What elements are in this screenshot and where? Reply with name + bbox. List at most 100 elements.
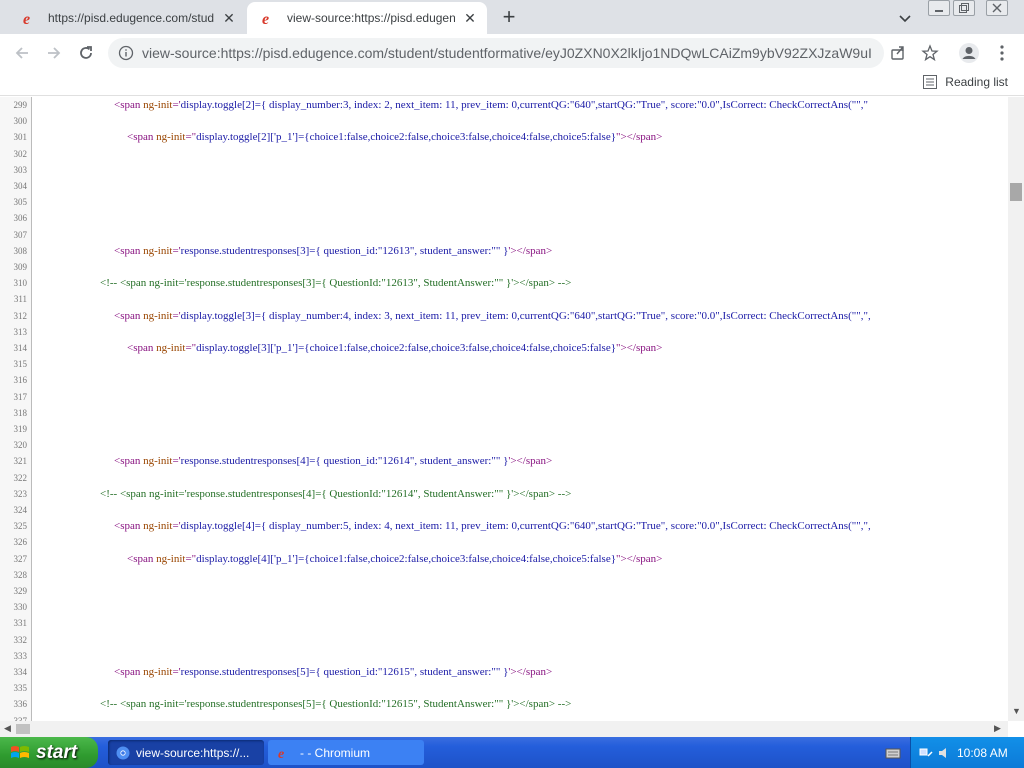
network-icon[interactable] <box>919 746 933 760</box>
profile-button[interactable] <box>955 40 983 66</box>
attribute-value: response.studentresponses[4]={ question_… <box>180 455 509 468</box>
attribute-value: response.studentresponses[5]={ question_… <box>180 666 509 678</box>
tag-open: <span <box>114 99 144 111</box>
taskbar-button-chromium[interactable]: e - - Chromium <box>268 740 424 765</box>
bookmark-star-button[interactable] <box>916 40 944 66</box>
tag-open: <span <box>114 244 144 257</box>
info-icon[interactable] <box>118 45 134 61</box>
tag-close: '></span> <box>508 666 553 678</box>
line-number: 322 <box>13 472 28 483</box>
scroll-down-arrow-icon[interactable]: ▼ <box>1012 706 1021 716</box>
kebab-menu-icon <box>1000 45 1004 61</box>
tag-open: <span <box>127 342 157 354</box>
line-number: 333 <box>13 650 28 661</box>
minimize-button[interactable] <box>928 0 950 16</box>
attribute-equals: =' <box>172 666 181 678</box>
line-number: 301 <box>13 132 28 143</box>
url-text[interactable]: view-source:https://pisd.edugence.com/st… <box>142 45 872 61</box>
source-line: 317 <box>0 389 1008 405</box>
tag-close: "></span> <box>615 552 663 565</box>
line-number: 302 <box>13 148 28 159</box>
html-tag: <span ng-init='display.toggle[4]={ displ… <box>114 518 871 534</box>
line-number: 315 <box>13 359 28 370</box>
reload-button[interactable] <box>72 40 100 66</box>
vertical-scrollbar[interactable]: ▼ <box>1008 97 1024 721</box>
attribute-name: ng-init <box>143 520 173 533</box>
menu-button[interactable] <box>988 40 1016 66</box>
source-line: 337 <box>0 713 1008 721</box>
volume-icon[interactable] <box>937 746 951 760</box>
tag-open: <span <box>114 309 144 322</box>
attribute-equals: =" <box>185 342 197 354</box>
attribute-equals: =" <box>185 131 197 144</box>
tag-open: <span <box>114 520 144 533</box>
browser-toolbar: view-source:https://pisd.edugence.com/st… <box>0 34 1024 72</box>
tab-student-page[interactable]: e https://pisd.edugence.com/student/ ✕ <box>8 2 246 34</box>
line-number: 318 <box>13 407 28 418</box>
start-button[interactable]: start <box>0 737 98 768</box>
html-tag: <span ng-init='response.studentresponses… <box>114 453 552 469</box>
line-number: 329 <box>13 586 28 596</box>
attribute-value: display.toggle[4]['p_1']={choice1:false,… <box>196 552 616 565</box>
line-number: 331 <box>13 618 28 629</box>
system-tray: 10:08 AM <box>885 737 1024 768</box>
source-line: 305 <box>0 194 1008 210</box>
clock[interactable]: 10:08 AM <box>957 746 1008 760</box>
address-bar[interactable]: view-source:https://pisd.edugence.com/st… <box>108 38 884 68</box>
attribute-equals: =' <box>172 520 181 533</box>
new-tab-button[interactable]: + <box>497 6 521 30</box>
attribute-value: display.toggle[4]={ display_number:5, in… <box>180 520 871 533</box>
source-line: 336 <!-- <span ng-init='response.studentr… <box>0 696 1008 712</box>
chromium-icon <box>116 746 130 759</box>
arrow-left-icon <box>15 47 28 59</box>
close-tab-icon[interactable]: ✕ <box>461 9 479 27</box>
attribute-value: response.studentresponses[3]={ question_… <box>180 244 509 257</box>
source-line: 309 <box>0 259 1008 275</box>
line-number: 334 <box>13 667 28 677</box>
tab-view-source[interactable]: e view-source:https://pisd.edugence.c ✕ <box>247 2 487 34</box>
horizontal-scrollbar-thumb[interactable] <box>16 724 30 734</box>
keyboard-icon[interactable] <box>885 746 901 760</box>
scroll-right-arrow-icon[interactable]: ▶ <box>994 723 1001 734</box>
source-line: 326 <box>0 534 1008 550</box>
html-comment: <!-- <span ng-init='response.studentresp… <box>100 277 572 290</box>
forward-button[interactable] <box>40 40 68 66</box>
window-close-button[interactable] <box>986 0 1008 16</box>
attribute-value: display.toggle[2]['p_1']={choice1:false,… <box>196 131 616 144</box>
attribute-equals: =" <box>185 552 197 565</box>
attribute-value: display.toggle[3]={ display_number:4, in… <box>180 309 871 322</box>
attribute-value: display.toggle[3]['p_1']={choice1:false,… <box>196 342 616 354</box>
close-tab-icon[interactable]: ✕ <box>220 9 238 27</box>
horizontal-scrollbar[interactable]: ◀ ▶ <box>0 721 1008 737</box>
source-line: 314 <span ng-init="display.toggle[3]['p_1… <box>0 340 1008 356</box>
line-number: 303 <box>13 164 28 175</box>
source-line: 313 <box>0 324 1008 340</box>
line-number: 306 <box>13 213 28 224</box>
avatar-icon <box>959 43 979 63</box>
ie-e-icon: e <box>259 9 277 27</box>
source-view[interactable]: 299 <span ng-init='display.toggle[2]={ di… <box>0 97 1008 721</box>
line-number: 304 <box>13 181 28 191</box>
line-number: 309 <box>13 262 28 272</box>
reading-list-button[interactable]: Reading list <box>923 75 1008 89</box>
svg-text:e: e <box>262 11 269 26</box>
windows-logo-icon <box>11 745 29 758</box>
source-line: 302 <box>0 146 1008 162</box>
back-button[interactable] <box>8 40 36 66</box>
share-button[interactable] <box>884 40 912 66</box>
line-number: 328 <box>13 569 28 580</box>
html-tag: <span ng-init='display.toggle[3]={ displ… <box>114 308 871 324</box>
html-tag: <span ng-init='response.studentresponses… <box>114 243 552 259</box>
source-line: 316 <box>0 372 1008 388</box>
line-number: 323 <box>13 488 28 499</box>
tag-open: <span <box>114 666 144 678</box>
source-line: 335 <box>0 680 1008 696</box>
scroll-left-arrow-icon[interactable]: ◀ <box>4 723 11 734</box>
taskbar-button-view-source[interactable]: view-source:https://... <box>108 740 264 765</box>
vertical-scrollbar-thumb[interactable] <box>1010 183 1022 201</box>
source-line: 331 <box>0 615 1008 631</box>
chevron-down-icon[interactable] <box>895 8 915 28</box>
line-number: 336 <box>13 699 28 710</box>
restore-button[interactable] <box>953 0 975 16</box>
star-icon <box>921 44 939 62</box>
